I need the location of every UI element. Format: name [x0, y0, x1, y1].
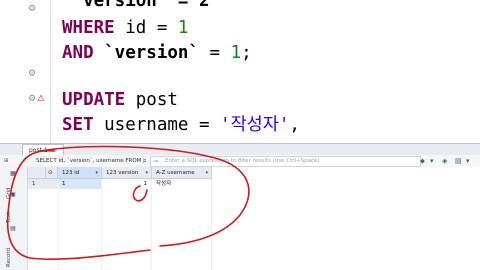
cell-id[interactable]: 1 [58, 179, 102, 189]
warning-icon: ⚠ [37, 94, 46, 104]
column-header-version[interactable]: 123 version ▾ [102, 167, 152, 179]
code-line-5: UPDATE post [62, 90, 178, 110]
code-token: = [198, 43, 231, 63]
code-token: id = [114, 18, 178, 38]
code-token: '작성자' [220, 115, 290, 135]
code-token: username = [93, 115, 221, 135]
filter-apply-icon[interactable]: ⬥ [420, 155, 425, 167]
more-icon[interactable]: ▾ [466, 155, 470, 167]
code-line-2: WHERE id = 1 [62, 18, 188, 38]
code-token: 1 [230, 43, 242, 63]
code-token: ; [241, 43, 252, 63]
row-number-header [28, 167, 46, 179]
filter-input[interactable]: ⊸ Enter a SQL expression to filter resul… [150, 156, 421, 167]
history-icon[interactable]: ▤ [455, 155, 462, 167]
view-switcher: ▦ Grid ▣ Text ▤ Record [0, 167, 28, 270]
gutter-divider [50, 0, 51, 143]
record-icon[interactable]: ▤ [3, 225, 23, 232]
grid-line [58, 179, 59, 270]
chevron-down-icon[interactable]: ▾ [430, 155, 434, 167]
column-header-id[interactable]: 123 id ▾ [58, 167, 102, 179]
eraser-icon[interactable]: ◈ [442, 155, 447, 167]
row-number[interactable]: 1 [28, 179, 58, 189]
code-token: `version` [93, 43, 199, 63]
sql-preview[interactable]: SELECT id, `version`, username FROM po [36, 155, 146, 167]
sql-editor[interactable]: ⚙ ⚙ ⚙ ⚠ `version` = 2 WHERE id = 1 AND `… [0, 0, 480, 143]
row-filter-icon[interactable]: ⊙ [46, 167, 58, 179]
tab-label: post 1 [29, 147, 48, 154]
code-token: WHERE [62, 18, 115, 38]
filter-placeholder: Enter a SQL expression to filter results… [165, 158, 320, 164]
sort-icon[interactable]: ▾ [95, 167, 98, 179]
gear-icon-2: ⚙ [28, 94, 37, 104]
column-version-label: 123 version [106, 170, 139, 176]
code-token: post [125, 90, 178, 110]
code-token: UPDATE [62, 90, 126, 110]
record-view-label[interactable]: Record [6, 235, 18, 267]
sql-icon: ⊞ [4, 158, 9, 164]
result-grid[interactable]: ⊙ 123 id ▾ 123 version ▾ A-Z username ▾ 1 1… [28, 167, 480, 270]
column-username-label: A-Z username [156, 170, 195, 176]
grid-line [211, 179, 212, 270]
code-line-3: AND `version` = 1; [62, 43, 252, 63]
code-token: , [289, 115, 300, 135]
grid-view-icon[interactable]: ▦ [3, 170, 23, 177]
grid-line [151, 179, 152, 270]
fold-icon[interactable]: ⚙ [28, 4, 36, 14]
editor-gutter [0, 0, 50, 143]
column-header-username[interactable]: A-Z username ▾ [152, 167, 212, 179]
code-token: AND [62, 43, 94, 63]
panels-icon[interactable]: ▣ [3, 191, 23, 198]
code-token: SET [62, 115, 94, 135]
filter-icon: ⊸ [153, 158, 159, 165]
gear-icon: ⚙ [28, 69, 37, 79]
text-view-label[interactable]: Text [6, 205, 18, 223]
grid-line [101, 179, 102, 270]
cell-username[interactable]: 작성자 [152, 179, 212, 189]
code-token: `version` = 2 [62, 0, 210, 11]
code-token: 1 [177, 18, 189, 38]
column-id-label: 123 id [62, 170, 80, 176]
sort-icon[interactable]: ▾ [205, 167, 208, 179]
code-line-6: SET username = '작성자', [62, 115, 300, 135]
code-line-1: `version` = 2 [62, 0, 210, 11]
cell-version[interactable]: 1 [102, 179, 152, 189]
sort-icon[interactable]: ▾ [145, 167, 148, 179]
close-icon[interactable]: ✕ [52, 147, 57, 154]
